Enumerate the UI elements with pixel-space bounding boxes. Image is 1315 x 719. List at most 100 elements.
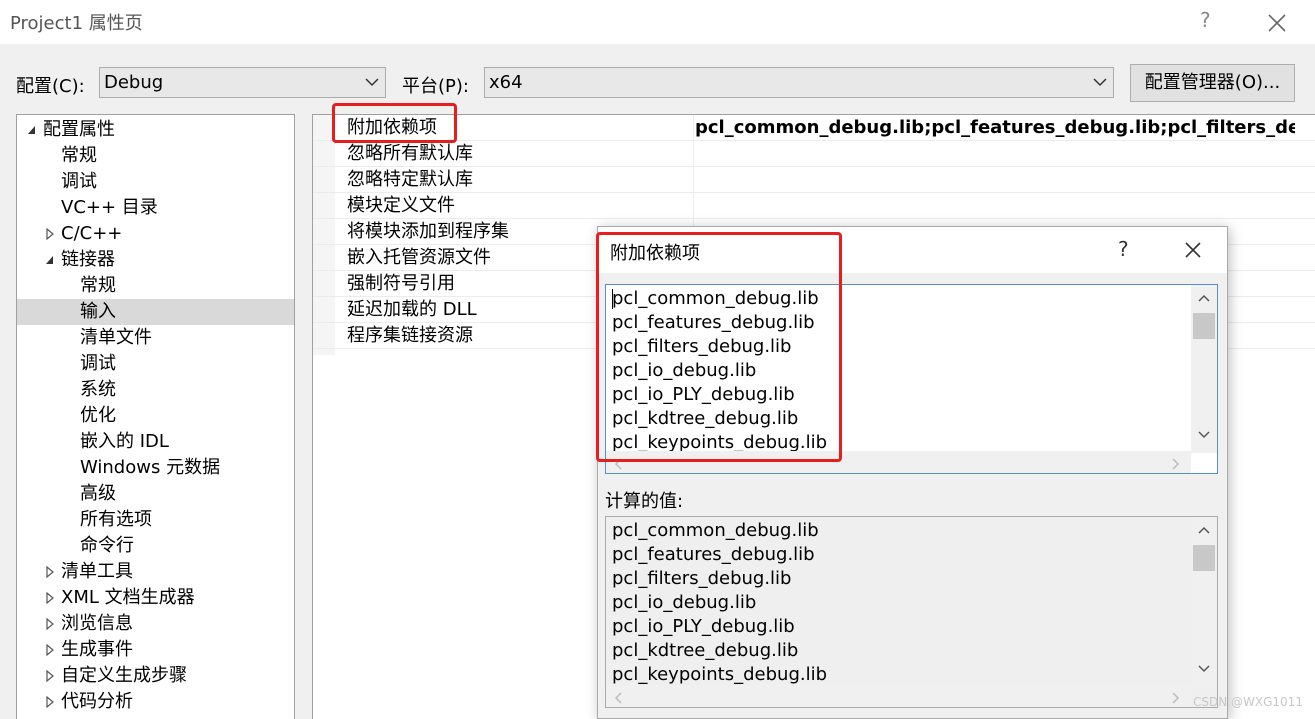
- tree-item[interactable]: 清单工具: [17, 559, 294, 585]
- property-name: 嵌入托管资源文件: [347, 247, 491, 268]
- tree-item[interactable]: 调试: [17, 351, 294, 377]
- property-row[interactable]: 模块定义文件: [313, 193, 1315, 219]
- tree-item-label: 命令行: [80, 535, 134, 556]
- tree-item[interactable]: 配置属性: [17, 117, 294, 143]
- tree-item[interactable]: 常规: [17, 143, 294, 169]
- chevron-down-icon[interactable]: [1198, 665, 1210, 673]
- tree-item-label: 优化: [80, 405, 116, 426]
- tree-item-label: Windows 元数据: [80, 457, 221, 478]
- tree-item-label: 系统: [80, 379, 116, 400]
- tree-item[interactable]: Windows 元数据: [17, 455, 294, 481]
- window-titlebar: Project1 属性页 ?: [0, 0, 1315, 44]
- tree-item-label: 生成事件: [61, 639, 133, 660]
- tree-item[interactable]: 所有选项: [17, 507, 294, 533]
- tree-item-label: 浏览信息: [61, 613, 133, 634]
- collapsed-triangle-icon[interactable]: [45, 644, 55, 656]
- property-name: 程序集链接资源: [347, 325, 473, 346]
- config-select-value: Debug: [104, 72, 164, 93]
- collapsed-triangle-icon[interactable]: [45, 228, 55, 240]
- help-button[interactable]: ?: [1200, 8, 1211, 32]
- expanded-triangle-icon[interactable]: [27, 124, 37, 136]
- tree-item-label: 嵌入的 IDL: [80, 431, 169, 452]
- tree-item[interactable]: C/C++: [17, 221, 294, 247]
- chevron-left-icon[interactable]: [614, 692, 622, 704]
- list-item: pcl_io_debug.lib: [612, 592, 757, 613]
- collapsed-triangle-icon[interactable]: [45, 566, 55, 578]
- list-item: pcl_keypoints_debug.lib: [612, 664, 828, 685]
- property-name: 忽略特定默认库: [347, 169, 473, 190]
- collapsed-triangle-icon[interactable]: [45, 618, 55, 630]
- property-name: 延迟加载的 DLL: [347, 299, 477, 320]
- tree-item[interactable]: 嵌入的 IDL: [17, 429, 294, 455]
- list-item: pcl_filters_debug.lib: [612, 568, 792, 589]
- close-icon[interactable]: [1266, 12, 1288, 34]
- highlight-box-property: [332, 103, 457, 143]
- list-item: pcl_common_debug.lib: [612, 520, 819, 541]
- tree-item[interactable]: 清单文件: [17, 325, 294, 351]
- close-icon[interactable]: [1184, 241, 1202, 259]
- tree-item[interactable]: 自定义生成步骤: [17, 663, 294, 689]
- tree-item-label: 清单文件: [80, 327, 152, 348]
- config-label: 配置(C):: [16, 76, 85, 97]
- property-row[interactable]: 忽略特定默认库: [313, 167, 1315, 193]
- collapsed-triangle-icon[interactable]: [45, 592, 55, 604]
- list-item: pcl_features_debug.lib: [612, 544, 815, 565]
- tree-item-label: 常规: [80, 275, 116, 296]
- tree-item-label: VC++ 目录: [61, 197, 158, 218]
- expanded-triangle-icon[interactable]: [45, 254, 55, 266]
- chevron-up-icon[interactable]: [1198, 294, 1210, 302]
- scrollbar-thumb[interactable]: [1193, 545, 1215, 571]
- dialog-help-button[interactable]: ?: [1118, 237, 1129, 261]
- tree-item[interactable]: 系统: [17, 377, 294, 403]
- tree-item-label: 自定义生成步骤: [61, 665, 187, 686]
- config-select[interactable]: Debug: [99, 67, 386, 98]
- tree-item[interactable]: 优化: [17, 403, 294, 429]
- config-manager-button[interactable]: 配置管理器(O)...: [1130, 64, 1295, 102]
- collapsed-triangle-icon[interactable]: [45, 670, 55, 682]
- highlight-box-dialog: [596, 232, 842, 462]
- tree-item[interactable]: 高级: [17, 481, 294, 507]
- property-value[interactable]: pcl_common_debug.lib;pcl_features_debug.…: [695, 115, 1295, 141]
- platform-select[interactable]: x64: [484, 67, 1114, 98]
- tree-item-label: 所有选项: [80, 509, 152, 530]
- chevron-down-icon: [365, 78, 379, 87]
- tree-item[interactable]: 调试: [17, 169, 294, 195]
- list-item: pcl_io_PLY_debug.lib: [612, 616, 795, 637]
- vertical-scrollbar[interactable]: [1191, 285, 1217, 453]
- tree-item[interactable]: 输入: [17, 299, 294, 325]
- chevron-down-icon[interactable]: [1198, 431, 1210, 439]
- chevron-up-icon[interactable]: [1198, 526, 1210, 534]
- property-name: 将模块添加到程序集: [347, 221, 509, 242]
- tree-item-label: 清单工具: [61, 561, 133, 582]
- platform-select-value: x64: [489, 72, 523, 93]
- tree-item[interactable]: 代码分析: [17, 689, 294, 715]
- chevron-right-icon[interactable]: [1172, 458, 1180, 470]
- tree-item-label: 调试: [80, 353, 116, 374]
- watermark: CSDN @WXG1011: [1193, 695, 1303, 709]
- vertical-scrollbar[interactable]: [1191, 517, 1217, 687]
- tree-item[interactable]: 浏览信息: [17, 611, 294, 637]
- scrollbar-thumb[interactable]: [1193, 313, 1215, 339]
- property-value[interactable]: [695, 167, 1295, 193]
- list-item: pcl_kdtree_debug.lib: [612, 640, 799, 661]
- platform-label: 平台(P):: [402, 76, 469, 97]
- property-value[interactable]: [695, 141, 1295, 167]
- computed-values-list[interactable]: pcl_keypoints_debug.lib pcl_kdtree_debug.…: [605, 516, 1218, 708]
- chevron-right-icon[interactable]: [1172, 692, 1180, 704]
- horizontal-scrollbar[interactable]: [606, 685, 1191, 707]
- tree-item[interactable]: 链接器: [17, 247, 294, 273]
- collapsed-triangle-icon[interactable]: [45, 696, 55, 708]
- tree-item[interactable]: 命令行: [17, 533, 294, 559]
- tree-item-label: 调试: [61, 171, 97, 192]
- tree-item[interactable]: 常规: [17, 273, 294, 299]
- tree-item-label: 链接器: [61, 249, 115, 270]
- tree-item[interactable]: 生成事件: [17, 637, 294, 663]
- property-row[interactable]: 附加依赖项 pcl_common_debug.lib;pcl_features_d…: [313, 115, 1315, 141]
- property-value[interactable]: [695, 193, 1295, 219]
- property-row[interactable]: 忽略所有默认库: [313, 141, 1315, 167]
- tree-item[interactable]: XML 文档生成器: [17, 585, 294, 611]
- property-name: 强制符号引用: [347, 273, 455, 294]
- window-title: Project1 属性页: [10, 13, 143, 34]
- tree-item[interactable]: VC++ 目录: [17, 195, 294, 221]
- tree-item-label: XML 文档生成器: [61, 587, 195, 608]
